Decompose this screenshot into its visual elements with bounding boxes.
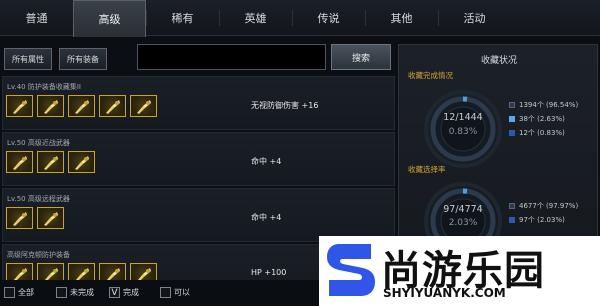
legend-item: 38个 (2.63%) xyxy=(509,112,578,126)
category-tabs: 普通 高级 稀有 英雄 传说 其他 活动 xyxy=(0,0,600,37)
collection-title: Lv.40 防护装备收藏集II xyxy=(7,83,81,91)
item-icon[interactable] xyxy=(37,207,64,229)
collection-title: Lv.50 高级近战武器 xyxy=(7,139,70,147)
selection-label: 收藏选择率 xyxy=(408,165,446,174)
item-icon[interactable] xyxy=(99,263,126,280)
collection-effect: HP +100 xyxy=(251,268,287,277)
legend-swatch xyxy=(509,130,515,136)
legend-item: 4677个 (97.97%) xyxy=(509,199,578,213)
legend-swatch xyxy=(509,203,515,209)
search-button[interactable]: 搜索 xyxy=(331,44,391,70)
all-attributes-button[interactable]: 所有属性 xyxy=(4,48,52,70)
tab-event[interactable]: 活动 xyxy=(438,0,511,36)
completion-label: 收藏完成情况 xyxy=(408,71,453,80)
completion-legend: 1394个 (96.54%) 38个 (2.63%) 12个 (0.83%) xyxy=(509,98,578,140)
filter-available-checkbox[interactable]: 可以 xyxy=(160,287,190,298)
watermark-logo-icon xyxy=(327,244,375,296)
item-icon[interactable] xyxy=(130,95,157,117)
collection-items xyxy=(6,207,64,229)
collection-row[interactable]: Lv.40 防护装备收藏集II 无视防御伤害 +16 xyxy=(2,76,395,130)
completion-percent: 0.83% xyxy=(448,127,478,137)
item-icon[interactable] xyxy=(6,151,33,173)
tab-advanced[interactable]: 高级 xyxy=(73,0,146,37)
collection-items xyxy=(6,151,95,173)
collection-row[interactable]: Lv.50 高级近战武器 命中 +4 xyxy=(2,132,395,186)
tab-rare[interactable]: 稀有 xyxy=(146,0,219,36)
legend-item: 97个 (2.03%) xyxy=(509,213,578,227)
item-icon[interactable] xyxy=(68,95,95,117)
collection-effect: 命中 +4 xyxy=(251,213,282,222)
site-watermark: 尚游乐园 SHYIYUANYK.COM xyxy=(319,236,600,306)
completion-count: 12/1444 xyxy=(443,112,483,123)
collection-row[interactable]: Lv.50 高级远程武器 命中 +4 xyxy=(2,188,395,242)
collection-items xyxy=(6,95,157,117)
item-icon[interactable] xyxy=(99,95,126,117)
checkbox-box[interactable] xyxy=(160,287,171,298)
item-icon[interactable] xyxy=(37,151,64,173)
all-equipment-button[interactable]: 所有装备 xyxy=(59,48,107,70)
item-icon[interactable] xyxy=(68,263,95,280)
collection-title: Lv.50 高级远程武器 xyxy=(7,195,70,203)
watermark-url: SHYIYUANYK.COM xyxy=(383,286,506,300)
tab-normal[interactable]: 普通 xyxy=(0,0,73,36)
checkbox-box[interactable] xyxy=(4,287,15,298)
item-icon[interactable] xyxy=(6,95,33,117)
selection-percent: 2.03% xyxy=(448,218,478,228)
checkbox-label: 完成 xyxy=(123,288,139,297)
tab-hero[interactable]: 英雄 xyxy=(219,0,292,36)
filter-all-checkbox[interactable]: 全部 xyxy=(4,287,34,298)
checkbox-box[interactable] xyxy=(56,287,67,298)
legend-swatch xyxy=(509,116,515,122)
filter-incomplete-checkbox[interactable]: 未完成 xyxy=(56,287,94,298)
legend-item: 1394个 (96.54%) xyxy=(509,98,578,112)
legend-item: 12个 (0.83%) xyxy=(509,126,578,140)
item-icon[interactable] xyxy=(130,263,157,280)
legend-swatch xyxy=(509,217,515,223)
filter-row: 所有属性 所有装备 xyxy=(4,44,107,70)
item-icon[interactable] xyxy=(37,263,64,280)
status-title: 收藏状况 xyxy=(480,56,517,66)
tab-other[interactable]: 其他 xyxy=(365,0,438,36)
collection-effect: 无视防御伤害 +16 xyxy=(251,101,319,110)
checkbox-label: 可以 xyxy=(174,288,190,297)
checkbox-box-checked[interactable]: V xyxy=(109,287,120,298)
collection-effect: 命中 +4 xyxy=(251,157,282,166)
tab-legend[interactable]: 传说 xyxy=(292,0,365,36)
collection-title: 高级阿克顿防护装备 xyxy=(7,251,70,259)
collection-items xyxy=(6,263,157,280)
item-icon[interactable] xyxy=(68,151,95,173)
selection-count: 97/4774 xyxy=(443,204,483,215)
search-input[interactable] xyxy=(137,44,326,70)
legend-swatch xyxy=(509,102,515,108)
checkbox-label: 全部 xyxy=(18,288,34,297)
selection-legend: 4677个 (97.97%) 97个 (2.03%) xyxy=(509,199,578,227)
item-icon[interactable] xyxy=(37,95,64,117)
item-icon[interactable] xyxy=(6,207,33,229)
filter-complete-checkbox[interactable]: V 完成 xyxy=(109,287,139,298)
item-icon[interactable] xyxy=(6,263,33,280)
checkbox-label: 未完成 xyxy=(70,288,94,297)
